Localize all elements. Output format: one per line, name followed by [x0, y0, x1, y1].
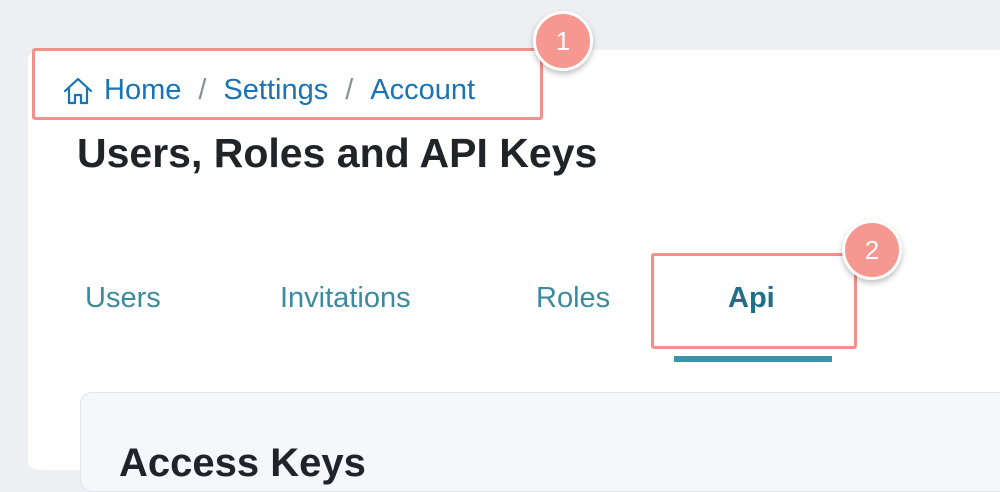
tab-invitations[interactable]: Invitations [280, 282, 411, 315]
annotation-highlight-breadcrumb [32, 48, 543, 120]
access-keys-panel: Access Keys [80, 392, 1000, 492]
annotation-marker-1: 1 [533, 11, 593, 71]
active-tab-indicator [674, 356, 832, 362]
tab-users[interactable]: Users [85, 282, 161, 315]
panel-title: Access Keys [119, 441, 366, 485]
tab-roles[interactable]: Roles [536, 282, 610, 315]
annotation-marker-2: 2 [842, 220, 902, 280]
annotation-highlight-api-tab [651, 253, 857, 349]
page-title: Users, Roles and API Keys [77, 130, 598, 176]
